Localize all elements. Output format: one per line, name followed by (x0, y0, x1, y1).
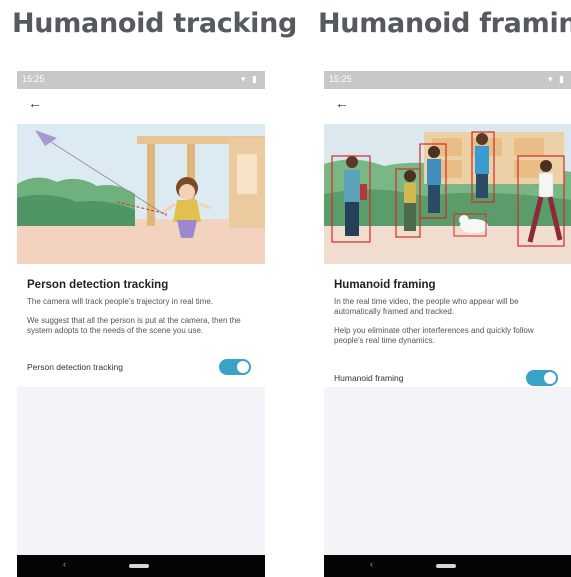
navigation-bar: ‹ (324, 555, 571, 577)
feature-hint: We suggest that all the person is put at… (27, 316, 241, 335)
toggle-label: Humanoid framing (334, 373, 404, 383)
nav-home-pill[interactable] (436, 564, 456, 568)
feature-title: Person detection tracking (27, 279, 169, 291)
status-time: 15:25 (22, 74, 45, 84)
nav-home-pill[interactable] (129, 564, 149, 568)
phone-screen-framing: 15:25 ▾ ▮ ← Humanoid framing In the real… (324, 71, 571, 577)
toggle-knob (237, 361, 249, 373)
feature-title: Humanoid framing (334, 279, 436, 291)
panel-heading: Humanoid framing (318, 8, 571, 39)
status-bar: 15:25 ▾ ▮ (17, 71, 265, 89)
framing-toggle-switch[interactable] (526, 370, 558, 386)
tracking-toggle-switch[interactable] (219, 359, 251, 375)
nav-back-icon[interactable]: ‹ (370, 559, 373, 569)
tracking-illustration (17, 124, 265, 264)
framing-illustration (324, 124, 571, 264)
panel-heading: Humanoid tracking (12, 8, 298, 39)
feature-description: In the real time video, the people who a… (334, 297, 519, 316)
feature-hint: Help you eliminate other interferences a… (334, 326, 534, 345)
nav-back-icon[interactable]: ‹ (63, 559, 66, 569)
back-arrow-icon[interactable]: ← (334, 95, 350, 111)
back-arrow-icon[interactable]: ← (27, 95, 43, 111)
status-time: 15:25 (329, 74, 352, 84)
signal-battery-icon: ▾ ▮ (241, 74, 259, 84)
feature-description: The camera will track people's trajector… (27, 297, 214, 306)
tracking-toggle-row[interactable]: Person detection tracking (17, 356, 265, 380)
signal-battery-icon: ▾ ▮ (548, 74, 566, 84)
framing-toggle-row[interactable]: Humanoid framing (324, 367, 571, 391)
navigation-bar: ‹ (17, 555, 265, 577)
status-bar: 15:25 ▾ ▮ (324, 71, 571, 89)
phone-screen-tracking: 15:25 ▾ ▮ ← Person detection tracking Th… (17, 71, 265, 577)
toggle-knob (544, 372, 556, 384)
toggle-label: Person detection tracking (27, 362, 123, 372)
